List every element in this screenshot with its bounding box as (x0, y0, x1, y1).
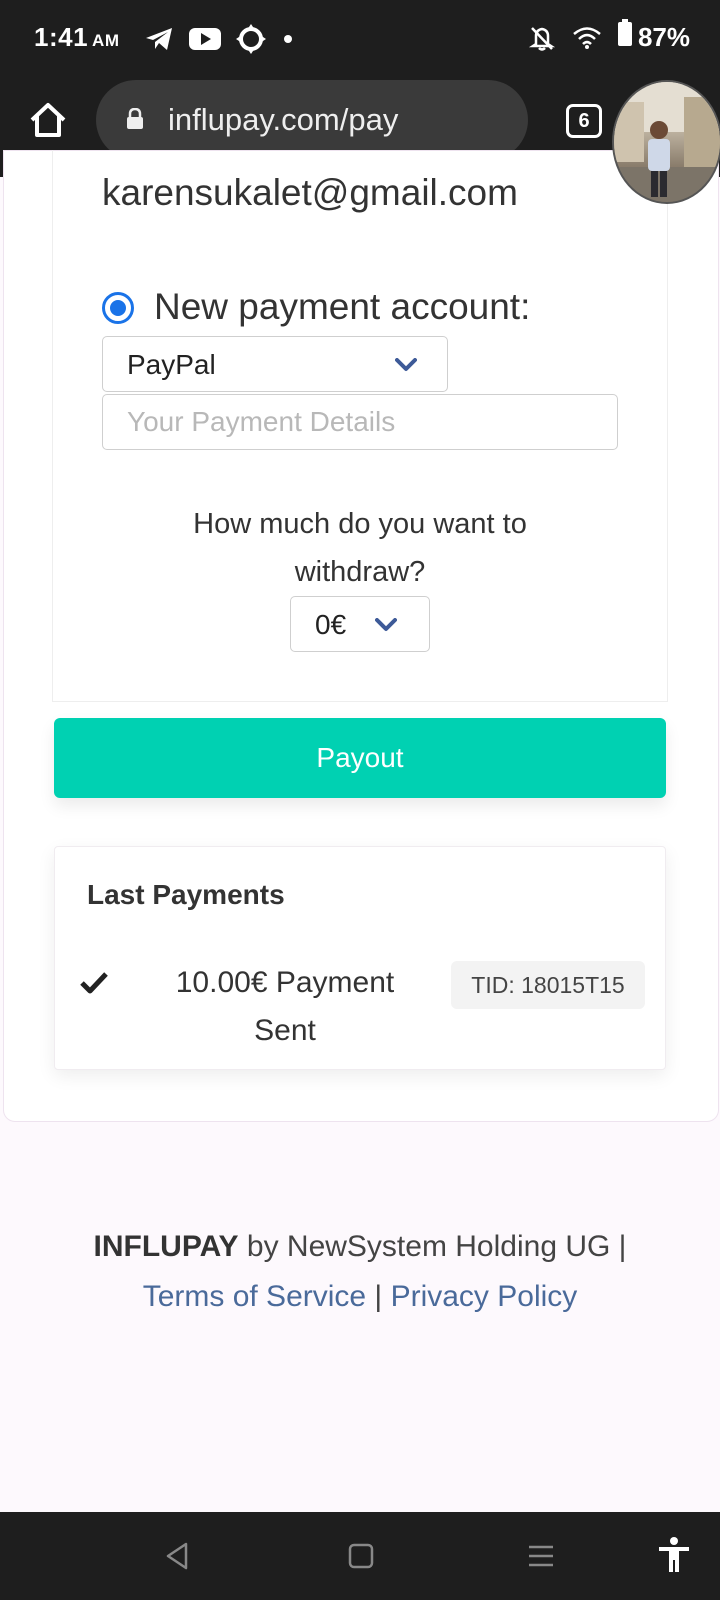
telegram-icon (146, 28, 172, 50)
dot-icon (284, 35, 292, 43)
footer-separator: | (366, 1280, 391, 1313)
avatar[interactable] (612, 80, 720, 204)
lock-icon (127, 108, 143, 129)
withdraw-question: How much do you want to withdraw? (193, 508, 527, 588)
menu-icon[interactable] (528, 1542, 554, 1570)
system-icons: 87% (528, 19, 690, 53)
battery-indicator: 87% (617, 19, 690, 53)
account-email: karensukalet@gmail.com (102, 172, 518, 213)
battery-icon (617, 19, 632, 46)
overview-icon[interactable] (348, 1542, 374, 1570)
page-footer: INFLUPAY by NewSystem Holding UG | Terms… (20, 1222, 700, 1322)
terms-link[interactable]: Terms of Service (143, 1280, 366, 1313)
payout-button[interactable]: Payout (54, 718, 666, 798)
system-nav-bar (0, 1512, 720, 1600)
transaction-id-badge: TID: 18015T15 (451, 961, 645, 1009)
home-icon[interactable] (28, 100, 68, 140)
last-payments-title: Last Payments (87, 879, 285, 910)
payment-method-value: PayPal (127, 349, 216, 380)
accessibility-icon[interactable] (656, 1536, 692, 1574)
footer-company: by NewSystem Holding UG | (238, 1230, 627, 1263)
ampm-text: AM (92, 31, 120, 50)
status-bar: 1:41 AM 87% (0, 0, 720, 80)
url-text: influpay.com/pay (168, 102, 399, 137)
payment-details-field[interactable] (102, 394, 618, 450)
wifi-icon (573, 26, 601, 49)
new-account-radio[interactable] (102, 292, 134, 324)
tab-switcher-button[interactable]: 6 (566, 104, 602, 138)
chevron-down-icon (395, 358, 417, 371)
back-icon[interactable] (164, 1542, 190, 1570)
amount-value: 0€ (315, 609, 347, 640)
footer-brand: INFLUPAY (93, 1230, 239, 1263)
payment-status: 10.00€ Payment Sent (175, 966, 395, 1047)
chevron-down-icon (375, 618, 397, 631)
privacy-link[interactable]: Privacy Policy (391, 1280, 578, 1313)
payment-details-input[interactable] (103, 395, 617, 449)
notification-icons (144, 24, 296, 54)
address-bar[interactable]: influpay.com/pay (96, 80, 528, 160)
battery-percent: 87% (637, 22, 690, 52)
new-account-label: New payment account: (154, 286, 531, 327)
amount-select[interactable]: 0€ (290, 596, 430, 652)
youtube-icon (189, 28, 221, 50)
status-time: 1:41 AM (34, 22, 120, 53)
avatar-photo-icon (614, 82, 720, 202)
time-text: 1:41 (34, 22, 89, 52)
sync-icon (236, 24, 266, 54)
check-icon (80, 972, 108, 994)
bell-off-icon (528, 26, 556, 51)
payment-method-select[interactable]: PayPal (102, 336, 448, 392)
last-payments-card: Last Payments 10.00€ Payment Sent TID: 1… (54, 846, 666, 1070)
